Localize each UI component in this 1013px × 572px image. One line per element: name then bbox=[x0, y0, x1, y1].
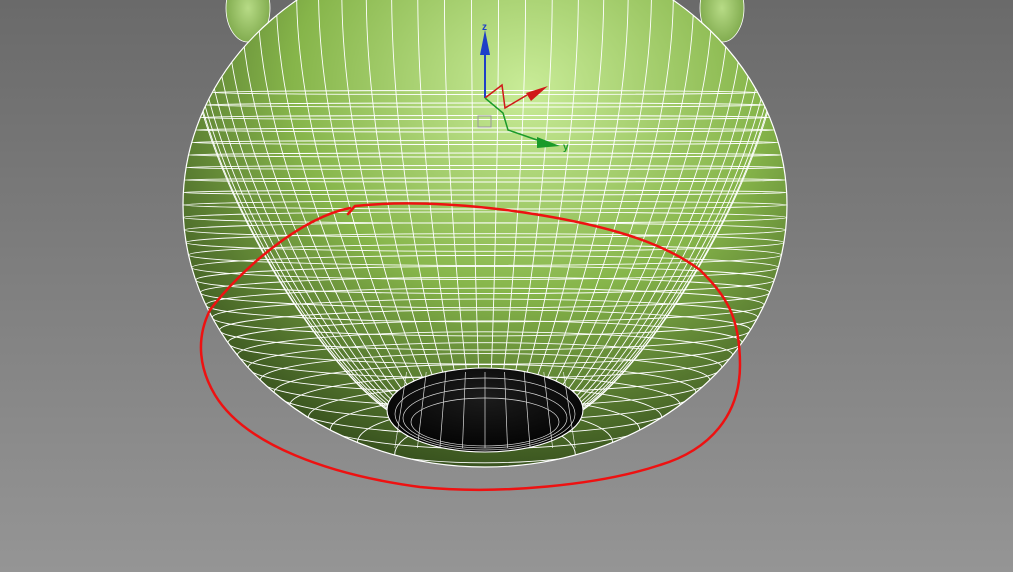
gizmo-z-label: z bbox=[482, 22, 487, 33]
viewport-scene[interactable]: z y bbox=[0, 0, 1013, 572]
gizmo-y-label: y bbox=[563, 142, 569, 153]
3d-viewport[interactable]: z y bbox=[0, 0, 1013, 572]
